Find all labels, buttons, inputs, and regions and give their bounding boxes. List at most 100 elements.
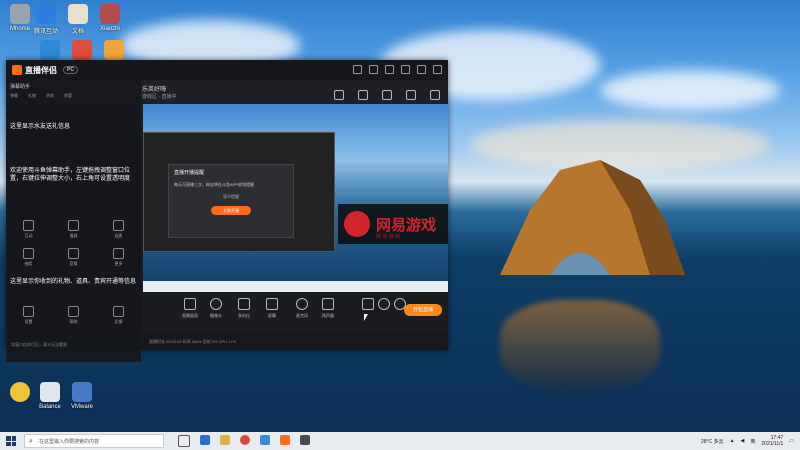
dialog-link[interactable]: 暂不提醒 bbox=[174, 194, 288, 200]
taskbar-search[interactable]: 在这里输入你要搜索的内容 bbox=[24, 434, 164, 449]
maximize-icon[interactable] bbox=[417, 65, 426, 74]
desktop-icon[interactable]: VMware bbox=[62, 382, 102, 410]
app-icon bbox=[36, 4, 56, 24]
netease-logo-text: 网易游戏 bbox=[376, 215, 437, 234]
app-icon bbox=[40, 40, 60, 60]
monitor-icon bbox=[184, 298, 196, 310]
stream-controls: 直播画面 摄像头 多机位 屏幕 麦克风 扬声器 开始直播 bbox=[143, 292, 448, 334]
status-text: 直播时长 00:00:00 码率 0kb/s 丢帧 0% CPU 17% bbox=[149, 339, 237, 344]
minimize-icon[interactable] bbox=[401, 65, 410, 74]
tool-grid: 抽奖 竞猜 更多 bbox=[6, 248, 141, 267]
ctrl-microphone[interactable]: 麦克风 bbox=[289, 298, 315, 319]
microphone-icon bbox=[296, 298, 308, 310]
desktop-icon[interactable] bbox=[94, 40, 134, 62]
tool-icon bbox=[113, 306, 124, 317]
menu-icon[interactable] bbox=[385, 65, 394, 74]
rock-reflection bbox=[500, 300, 660, 390]
tool-item[interactable]: 互动 bbox=[23, 220, 34, 239]
tool-item[interactable]: 帮助 bbox=[68, 306, 79, 325]
volume-icon[interactable]: ◀ bbox=[741, 438, 745, 444]
settings-icon[interactable] bbox=[369, 65, 378, 74]
gift-info-message: 这里显示你收到的礼物、道具、贵宾开通等信息 bbox=[10, 279, 137, 285]
logo-icon bbox=[12, 65, 22, 75]
tool-grid: 设置 帮助 反馈 bbox=[6, 306, 141, 325]
window-controls bbox=[353, 65, 442, 74]
speaker-icon bbox=[322, 298, 334, 310]
store-icon[interactable] bbox=[260, 435, 270, 445]
tool-icon bbox=[68, 306, 79, 317]
status-bar: 直播时长 00:00:00 码率 0kb/s 丢帧 0% CPU 17% bbox=[143, 334, 448, 350]
close-icon[interactable] bbox=[433, 65, 442, 74]
record-icon[interactable] bbox=[358, 90, 368, 100]
ctrl-scene[interactable]: 直播画面 bbox=[177, 298, 203, 319]
tool-label: 抽奖 bbox=[24, 261, 33, 266]
netease-logo-overlay: 网易游戏 网 易 游 戏 bbox=[338, 204, 448, 244]
system-tray: 28°C 多云 ▲ ◀ 英 17:47 2021/11/1 ▭ bbox=[701, 432, 794, 450]
camera-icon bbox=[210, 298, 222, 310]
tab-admin[interactable]: 房管 bbox=[64, 93, 72, 99]
tool-label: 反馈 bbox=[114, 319, 123, 324]
share-icon[interactable] bbox=[430, 90, 440, 100]
captured-taskbar bbox=[143, 281, 448, 292]
bell-icon[interactable] bbox=[406, 90, 416, 100]
document-icon bbox=[68, 4, 88, 24]
task-view-icon[interactable] bbox=[178, 435, 190, 447]
folder-icon[interactable] bbox=[220, 435, 230, 445]
streaming-app-icon[interactable] bbox=[280, 435, 290, 445]
tool-label: 道具 bbox=[69, 233, 78, 238]
network-icon[interactable]: ▲ bbox=[730, 438, 735, 444]
start-live-button[interactable]: 开始直播 bbox=[404, 304, 442, 316]
tab-danmaku[interactable]: 弹幕 bbox=[10, 93, 18, 99]
desktop-icon-label: Balance bbox=[39, 404, 61, 410]
gift-message: 这里显示水友送礼信息 bbox=[10, 124, 71, 130]
tool-item[interactable]: 抽奖 bbox=[23, 248, 34, 267]
ctrl-label: 摄像头 bbox=[210, 313, 222, 318]
ctrl-screen[interactable]: 屏幕 bbox=[259, 298, 285, 319]
layout-icon[interactable] bbox=[382, 90, 392, 100]
lock-icon[interactable] bbox=[334, 90, 344, 100]
tab-vip[interactable]: 贵宾 bbox=[46, 93, 54, 99]
input-language[interactable]: 英 bbox=[750, 438, 755, 445]
chrome-icon[interactable] bbox=[240, 435, 250, 445]
desktop-icon[interactable]: Xiaozhi bbox=[90, 4, 130, 32]
app-icon[interactable] bbox=[300, 435, 310, 445]
app-icon bbox=[72, 40, 92, 60]
tool-icon bbox=[113, 220, 124, 231]
panel-title: 弹幕助手 bbox=[10, 84, 31, 90]
dialog-confirm-button[interactable]: 立即开播 bbox=[211, 206, 251, 215]
tool-item[interactable]: 竞猜 bbox=[68, 248, 79, 267]
tool-item[interactable]: 设置 bbox=[23, 306, 34, 325]
clock[interactable]: 17:47 2021/11/1 bbox=[761, 435, 783, 447]
stream-preview[interactable]: 直播开播提醒 每天可直播三次，粉丝将在斗鱼APP收到提醒 暂不提醒 立即开播 网… bbox=[143, 104, 448, 292]
room-title[interactable]: 乐英好嗨 bbox=[142, 84, 166, 93]
tool-item[interactable]: 更多 bbox=[113, 248, 124, 267]
panel-tabs: 弹幕 礼物 贵宾 房管 bbox=[6, 93, 141, 99]
multicam-icon bbox=[238, 298, 250, 310]
ctrl-camera[interactable]: 摄像头 bbox=[203, 298, 229, 319]
start-button[interactable] bbox=[6, 436, 16, 446]
app-icon bbox=[104, 40, 124, 60]
tool-label: 帮助 bbox=[69, 319, 78, 324]
mouse-cursor bbox=[364, 314, 368, 321]
edge-icon[interactable] bbox=[200, 435, 210, 445]
tool-label: 连麦 bbox=[114, 233, 123, 238]
rock-arch-image bbox=[500, 160, 685, 275]
desktop-icon-label: 腾讯互动 bbox=[33, 29, 58, 35]
danmaku-assistant-panel[interactable]: 弹幕助手 弹幕 礼物 贵宾 房管 这里显示水友送礼信息 欢迎使用斗鱼弹幕助手，左… bbox=[6, 80, 141, 362]
desktop-icon-label: VMware bbox=[70, 404, 93, 410]
tab-gift[interactable]: 礼物 bbox=[28, 93, 36, 99]
tool-item[interactable]: 反馈 bbox=[113, 306, 124, 325]
tool-label: 竞猜 bbox=[69, 261, 78, 266]
ctrl-speaker[interactable]: 扬声器 bbox=[315, 298, 341, 319]
welcome-message: 欢迎使用斗鱼弹幕助手，左键拖拽调整窗口位置，右键拉伸调整大小，右上角可设置透明度 bbox=[10, 168, 131, 182]
tool-item[interactable]: 道具 bbox=[68, 220, 79, 239]
reminder-dialog: 直播开播提醒 每天可直播三次，粉丝将在斗鱼APP收到提醒 暂不提醒 立即开播 bbox=[168, 164, 294, 238]
app-icon bbox=[100, 4, 120, 24]
tool-item[interactable]: 连麦 bbox=[113, 220, 124, 239]
tool-icon bbox=[23, 306, 34, 317]
skin-icon[interactable] bbox=[353, 65, 362, 74]
weather-text[interactable]: 28°C 多云 bbox=[701, 438, 724, 445]
app-logo: 直播伴侣 PC bbox=[12, 65, 78, 76]
ctrl-multicam[interactable]: 多机位 bbox=[231, 298, 257, 319]
notification-icon[interactable]: ▭ bbox=[789, 438, 794, 444]
